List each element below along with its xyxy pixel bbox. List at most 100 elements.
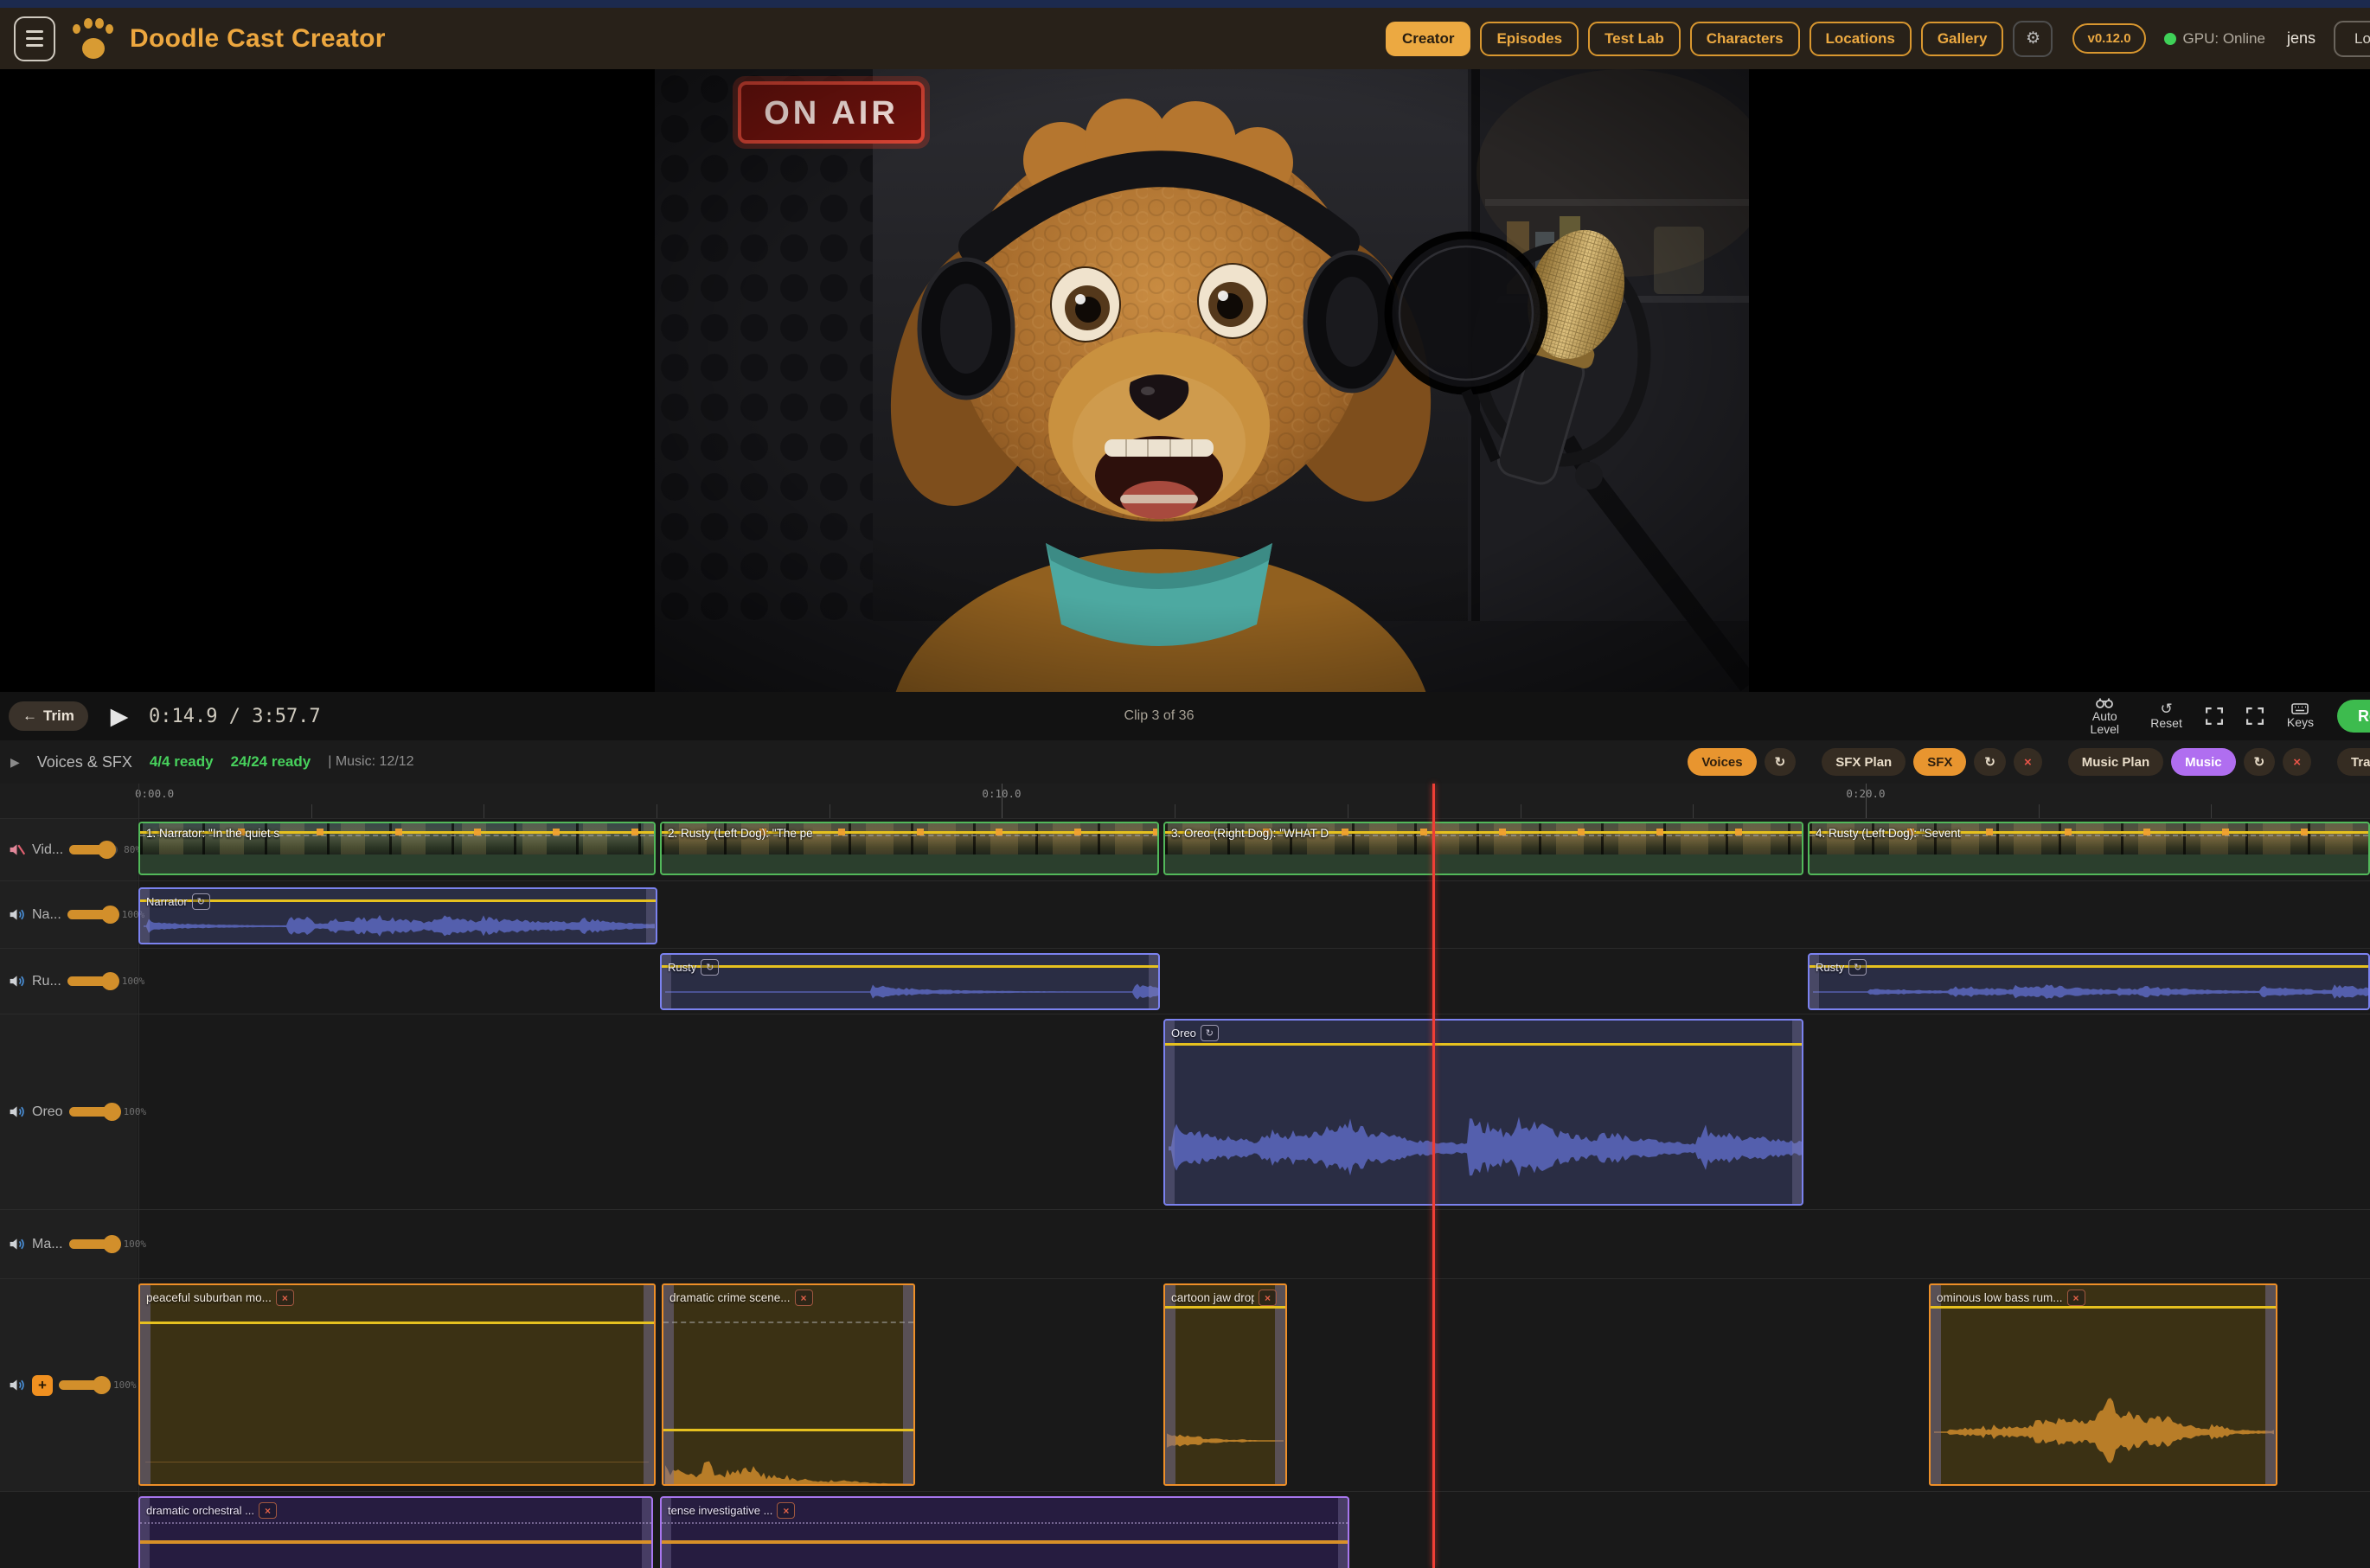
delete-music-icon[interactable]: × [777, 1502, 795, 1519]
keys-button[interactable]: Keys [2287, 703, 2314, 729]
reset-label: Reset [2150, 717, 2182, 730]
delete-sfx-icon[interactable]: × [2067, 1290, 2085, 1306]
sfx-clip-1[interactable]: peaceful suburban mo... × [138, 1283, 656, 1486]
video-volume-slider[interactable] [69, 845, 118, 854]
regenerate-icon[interactable]: ↻ [1848, 959, 1867, 976]
clip-trim-handle[interactable] [1792, 1021, 1802, 1204]
automation-line[interactable] [1931, 1306, 2276, 1309]
voice-clip-rusty-2[interactable]: Rusty ↻ [1808, 953, 2370, 1010]
transitions-pill[interactable]: Trans [2337, 748, 2370, 776]
music-clip-2[interactable]: tense investigative ... × [660, 1496, 1349, 1568]
voice-clip-narrator[interactable]: Narrator ↻ [138, 887, 657, 944]
speaker-icon[interactable] [8, 1376, 26, 1394]
automation-line[interactable] [140, 1322, 654, 1324]
sfx-plan-pill[interactable]: SFX Plan [1822, 748, 1906, 776]
voice-clip-rusty-1[interactable]: Rusty ↻ [660, 953, 1160, 1010]
automation-line[interactable] [140, 899, 656, 902]
delete-sfx-icon[interactable]: × [795, 1290, 813, 1306]
play-button[interactable]: ▶ [102, 699, 137, 733]
music-refresh-icon[interactable]: ↻ [2244, 748, 2276, 776]
add-sfx-button[interactable]: + [32, 1375, 53, 1396]
delete-sfx-icon[interactable]: × [1259, 1290, 1277, 1306]
nav-characters[interactable]: Characters [1690, 22, 1800, 56]
sfx-clip-3[interactable]: cartoon jaw drop sh... × [1163, 1283, 1287, 1486]
track-label-rusty: Ru... [32, 974, 61, 989]
video-clip-1[interactable]: 1. Narrator: "In the quiet s [138, 822, 656, 875]
clip-trim-handle[interactable] [642, 1498, 651, 1568]
nav-gallery[interactable]: Gallery [1921, 22, 2004, 56]
sfx-pill[interactable]: SFX [1913, 748, 1966, 776]
logout-button[interactable]: Logout [2334, 21, 2370, 57]
reset-button[interactable]: ↺ Reset [2150, 703, 2182, 730]
clip-trim-handle[interactable] [1165, 1285, 1175, 1484]
nav-test-lab[interactable]: Test Lab [1588, 22, 1681, 56]
expand-view-icon[interactable] [2246, 707, 2264, 725]
clip-trim-handle[interactable] [1931, 1285, 1941, 1484]
waveform [1167, 1415, 1285, 1467]
settings-gear-icon[interactable]: ⚙ [2013, 21, 2053, 57]
nav-locations[interactable]: Locations [1810, 22, 1912, 56]
sfx-clear-icon[interactable]: × [2014, 748, 2042, 776]
menu-icon[interactable] [14, 16, 55, 61]
regenerate-icon[interactable]: ↻ [701, 959, 719, 976]
username: jens [2287, 29, 2316, 48]
music-clip-1[interactable]: dramatic orchestral ... × [138, 1496, 653, 1568]
automation-line[interactable] [663, 1429, 913, 1431]
timeline-ruler[interactable]: 0:00.0 0:10.0 0:20.0 [0, 784, 2370, 819]
fullscreen-icon[interactable] [2206, 707, 2223, 725]
speaker-icon[interactable] [8, 1235, 26, 1253]
clip-trim-handle[interactable] [1165, 1021, 1175, 1204]
sfx-clip-2[interactable]: dramatic crime scene... × [662, 1283, 915, 1486]
clip-trim-handle[interactable] [663, 1285, 674, 1484]
video-frame[interactable]: ON AIR [655, 69, 1749, 692]
clip-trim-handle[interactable] [1338, 1498, 1348, 1568]
oreo-volume-slider[interactable] [69, 1107, 118, 1117]
dotted-guide-line [140, 1522, 651, 1524]
gpu-status: GPU: Online [2164, 30, 2265, 48]
expander-icon[interactable]: ▶ [10, 755, 20, 770]
rusty-volume-slider[interactable] [67, 976, 116, 986]
sfx-volume-slider[interactable] [59, 1380, 107, 1390]
voices-refresh-icon[interactable]: ↻ [1765, 748, 1797, 776]
voice-clip-oreo[interactable]: Oreo ↻ [1163, 1019, 1803, 1206]
muted-speaker-icon[interactable] [8, 841, 26, 859]
automation-line[interactable] [140, 1540, 651, 1544]
music-clear-icon[interactable]: × [2283, 748, 2311, 776]
sfx-clip-4[interactable]: ominous low bass rum... × [1929, 1283, 2277, 1486]
nav-creator[interactable]: Creator [1386, 22, 1470, 56]
automation-line[interactable] [662, 965, 1158, 968]
clip-trim-handle[interactable] [903, 1285, 913, 1484]
clip-trim-handle[interactable] [1275, 1285, 1285, 1484]
nav-episodes[interactable]: Episodes [1480, 22, 1579, 56]
narrator-volume-slider[interactable] [67, 910, 116, 919]
speaker-icon[interactable] [8, 1103, 26, 1121]
delete-sfx-icon[interactable]: × [276, 1290, 294, 1306]
delete-music-icon[interactable]: × [259, 1502, 277, 1519]
ma-volume-slider[interactable] [69, 1239, 118, 1249]
auto-level-button[interactable]: Auto Level [2082, 697, 2127, 736]
dotted-guide-line [662, 1522, 1348, 1524]
trim-button[interactable]: ← Trim [9, 701, 88, 731]
render-button[interactable]: Render [2337, 700, 2370, 733]
video-clip-3[interactable]: 3. Oreo (Right Dog): "WHAT D [1163, 822, 1803, 875]
video-clip-2[interactable]: 2. Rusty (Left Dog): "The pe [660, 822, 1159, 875]
video-clip-4[interactable]: 4. Rusty (Left Dog): "Sevent [1808, 822, 2370, 875]
voices-pill[interactable]: Voices [1688, 748, 1756, 776]
sfx-refresh-icon[interactable]: ↻ [1974, 748, 2006, 776]
regenerate-icon[interactable]: ↻ [1201, 1025, 1219, 1041]
playhead[interactable] [1432, 784, 1435, 1568]
clip-trim-handle[interactable] [1149, 955, 1158, 1008]
automation-line[interactable] [662, 1540, 1348, 1544]
speaker-icon[interactable] [8, 906, 26, 924]
regenerate-icon[interactable]: ↻ [192, 893, 210, 910]
clip-trim-handle[interactable] [2265, 1285, 2276, 1484]
speaker-icon[interactable] [8, 972, 26, 990]
clip-trim-handle[interactable] [644, 1285, 654, 1484]
music-plan-pill[interactable]: Music Plan [2068, 748, 2163, 776]
clip-trim-handle[interactable] [140, 1285, 151, 1484]
automation-line[interactable] [1165, 1306, 1285, 1309]
automation-line[interactable] [1810, 965, 2368, 968]
automation-line[interactable] [1165, 1043, 1802, 1046]
clip-trim-handle[interactable] [646, 889, 656, 943]
music-pill[interactable]: Music [2171, 748, 2236, 776]
